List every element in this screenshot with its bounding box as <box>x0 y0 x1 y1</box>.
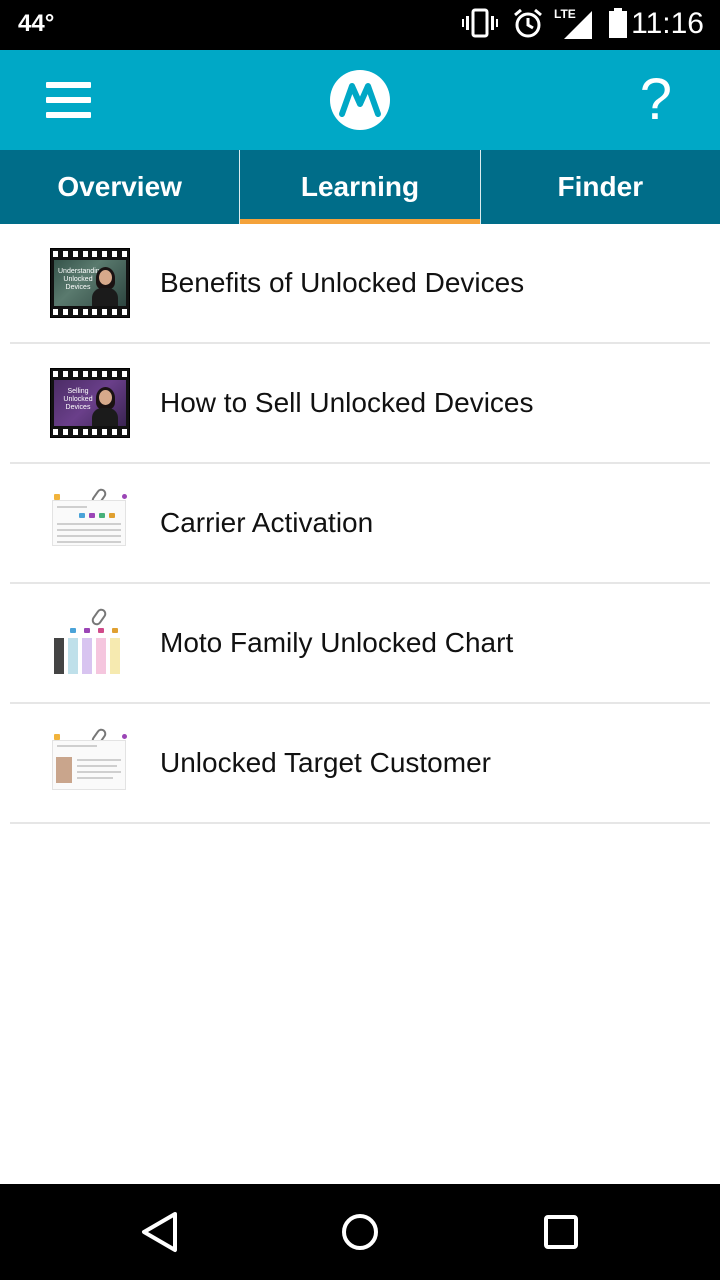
list-item[interactable]: Selling Unlocked Devices How to Sell Unl… <box>10 344 710 464</box>
hamburger-menu-icon[interactable] <box>40 76 96 124</box>
network-type-label: LTE <box>554 7 576 21</box>
list-item-label: Unlocked Target Customer <box>160 747 491 778</box>
temperature-indicator: 44° <box>18 10 55 37</box>
tab-overview[interactable]: Overview <box>0 150 239 224</box>
vibrate-icon <box>462 8 498 43</box>
app-bar: ? <box>0 50 720 150</box>
learning-list: Understanding Unlocked Devices Benefits … <box>10 224 710 824</box>
battery-icon <box>608 7 628 44</box>
tab-learning[interactable]: Learning <box>239 150 480 224</box>
list-item-label: Benefits of Unlocked Devices <box>160 267 525 298</box>
back-icon[interactable] <box>130 1208 190 1256</box>
status-icons: LTE <box>462 7 628 44</box>
document-thumbnail <box>50 726 130 798</box>
list-item[interactable]: Moto Family Unlocked Chart <box>10 584 710 704</box>
motorola-logo <box>330 70 390 130</box>
video-thumbnail: Selling Unlocked Devices <box>50 368 130 438</box>
clock: 11:16 <box>631 7 704 40</box>
list-item-label: Moto Family Unlocked Chart <box>160 627 514 658</box>
list-item-label: Carrier Activation <box>160 507 374 538</box>
document-thumbnail <box>50 486 130 558</box>
list-item[interactable]: Unlocked Target Customer <box>10 704 710 824</box>
navigation-bar <box>0 1184 720 1280</box>
alarm-icon <box>512 7 544 44</box>
status-bar: 44° LTE 11:16 <box>0 0 720 50</box>
recents-icon[interactable] <box>530 1208 590 1256</box>
tab-bar: Overview Learning Finder <box>0 150 720 224</box>
help-button[interactable]: ? <box>640 68 672 132</box>
list-item-label: How to Sell Unlocked Devices <box>160 387 534 418</box>
list-item[interactable]: Carrier Activation <box>10 464 710 584</box>
signal-icon: LTE <box>554 7 594 41</box>
home-icon[interactable] <box>330 1208 390 1256</box>
tab-finder[interactable]: Finder <box>479 150 720 224</box>
document-thumbnail <box>50 606 130 678</box>
list-item[interactable]: Understanding Unlocked Devices Benefits … <box>10 224 710 344</box>
video-thumbnail: Understanding Unlocked Devices <box>50 248 130 318</box>
